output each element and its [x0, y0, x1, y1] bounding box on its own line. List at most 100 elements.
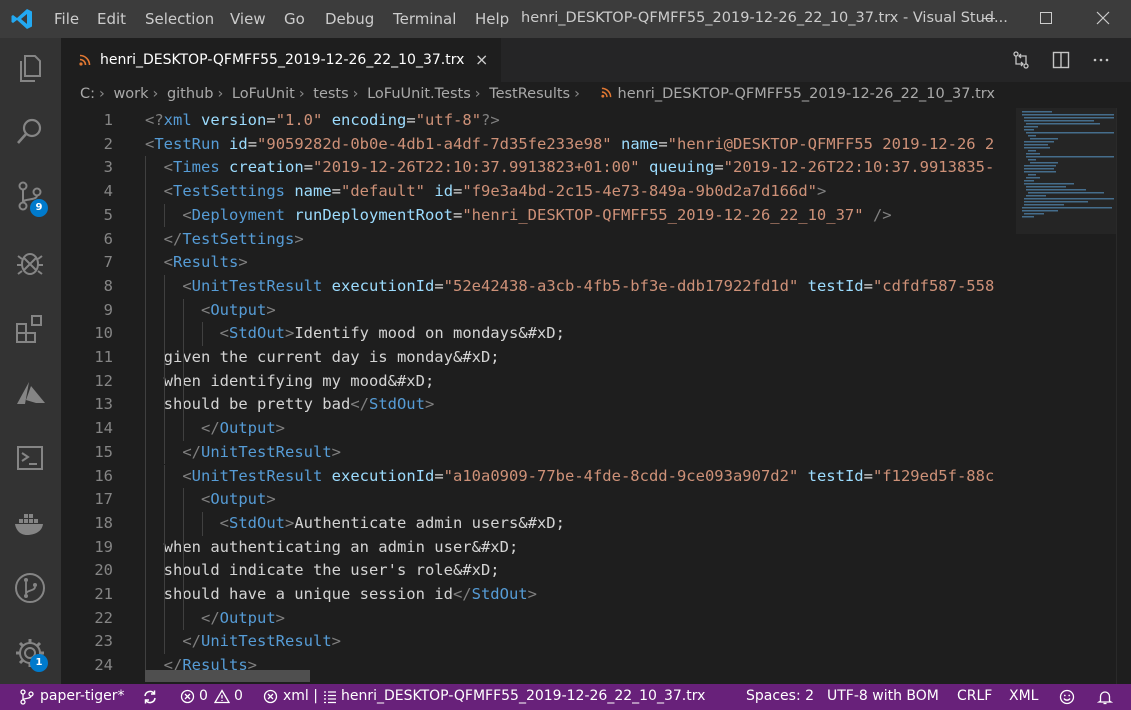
menu-view[interactable]: View	[230, 10, 266, 28]
breadcrumb-item[interactable]: C:	[80, 86, 95, 102]
menu-go[interactable]: Go	[284, 10, 305, 28]
settings-badge: 1	[30, 654, 48, 672]
line-number: 14	[94, 419, 113, 438]
sync-icon[interactable]	[142, 689, 158, 705]
code-line[interactable]: when authenticating an admin user&#xD;	[145, 538, 519, 556]
code-line[interactable]: </UnitTestResult>	[145, 443, 341, 461]
code-editor[interactable]: 1 2 3 4 5 6 7 8 9 10 11 12 13 14 15 16 17 18 19 20 21 22 23 24 …	[61, 108, 1016, 684]
line-number: 15	[94, 442, 113, 461]
docker-icon[interactable]	[12, 505, 48, 541]
open-changes-icon[interactable]	[1011, 50, 1031, 70]
rss-file-icon	[79, 54, 91, 66]
code-line[interactable]: should be pretty bad</StdOut>	[145, 395, 435, 413]
code-line[interactable]: <Times creation="2019-12-26T22:10:37.991…	[145, 158, 995, 176]
menu-terminal[interactable]: Terminal	[393, 10, 456, 28]
line-number: 20	[94, 561, 113, 580]
file-encoding[interactable]: UTF-8 with BOM	[827, 688, 939, 704]
code-line[interactable]: <StdOut>Authenticate admin users&#xD;	[145, 514, 565, 532]
code-line[interactable]: </Output>	[145, 609, 285, 627]
split-editor-icon[interactable]	[1051, 50, 1071, 70]
line-number: 9	[103, 300, 113, 319]
menu-file[interactable]: File	[54, 10, 79, 28]
line-number: 12	[94, 371, 113, 390]
warning-count[interactable]: 0	[234, 688, 243, 704]
tab-close-button[interactable]: ×	[475, 50, 488, 69]
extensions-icon[interactable]	[12, 310, 48, 346]
maximize-icon[interactable]	[1023, 0, 1069, 38]
error-count[interactable]: 0	[199, 688, 208, 704]
source-control-badge: 9	[30, 199, 48, 217]
menu-help[interactable]: Help	[475, 10, 509, 28]
code-line[interactable]: <UnitTestResult executionId="52e42438-a3…	[145, 277, 994, 295]
menu-selection[interactable]: Selection	[145, 10, 214, 28]
error-icon	[180, 689, 195, 704]
breadcrumb-item[interactable]: LoFuUnit.Tests	[367, 86, 471, 102]
git-graph-icon[interactable]	[12, 570, 48, 606]
breadcrumb-item[interactable]: github	[167, 86, 214, 102]
end-of-line[interactable]: CRLF	[957, 688, 992, 704]
debug-icon[interactable]	[12, 244, 48, 280]
code-line[interactable]: <?xml version="1.0" encoding="utf-8"?>	[145, 111, 500, 129]
branch-icon	[20, 689, 34, 705]
breadcrumb-item[interactable]: TestResults	[489, 86, 570, 102]
minimap-preview	[1022, 111, 1114, 218]
xml-error-icon	[263, 689, 278, 704]
breadcrumb-item[interactable]: tests	[313, 86, 348, 102]
xml-status[interactable]: xml |	[283, 688, 318, 704]
code-line[interactable]: <TestRun id="9059282d-0b0e-4db1-a4df-7d3…	[145, 135, 994, 153]
code-line[interactable]: given the current day is monday&#xD;	[145, 348, 500, 366]
breadcrumb: C: › work › github › LoFuUnit › tests › LoFuU…	[80, 86, 995, 102]
code-line[interactable]: should have a unique session id</StdOut>	[145, 585, 537, 603]
close-window-icon[interactable]	[1080, 0, 1126, 38]
code-line[interactable]: </UnitTestResult>	[145, 632, 341, 650]
more-actions-icon[interactable]	[1091, 50, 1111, 70]
code-line[interactable]: <Results>	[145, 253, 248, 271]
indent-guide	[164, 274, 165, 465]
menu-debug[interactable]: Debug	[325, 10, 374, 28]
list-icon	[324, 691, 336, 704]
feedback-smiley-icon[interactable]	[1059, 689, 1075, 705]
title-bar: File Edit Selection View Go Debug Termin…	[0, 0, 1131, 38]
code-line[interactable]: when identifying my mood&#xD;	[145, 372, 435, 390]
status-file-name[interactable]: henri_DESKTOP-QFMFF55_2019-12-26_22_10_3…	[341, 688, 705, 704]
horizontal-scrollbar[interactable]	[145, 670, 310, 682]
language-mode[interactable]: XML	[1009, 688, 1038, 704]
remote-icon[interactable]	[12, 440, 48, 476]
line-number: 3	[103, 158, 113, 177]
line-number: 1	[103, 111, 113, 129]
code-line[interactable]: <StdOut>Identify mood on mondays&#xD;	[145, 324, 565, 342]
vertical-scrollbar[interactable]	[1116, 108, 1131, 684]
code-line[interactable]: <UnitTestResult executionId="a10a0909-77…	[145, 467, 994, 485]
line-number: 6	[103, 229, 113, 248]
minimize-icon[interactable]	[966, 0, 1012, 38]
code-line[interactable]: </Output>	[145, 419, 285, 437]
code-line[interactable]: should indicate the user's role&#xD;	[145, 561, 500, 579]
vscode-logo-icon	[11, 9, 32, 29]
code-line[interactable]: <Deployment runDeploymentRoot="henri_DES…	[145, 206, 891, 224]
tab-trx-file[interactable]: henri_DESKTOP-QFMFF55_2019-12-26_22_10_3…	[61, 38, 501, 82]
explorer-icon[interactable]	[12, 50, 48, 86]
breadcrumb-item[interactable]: henri_DESKTOP-QFMFF55_2019-12-26_22_10_3…	[618, 86, 995, 102]
breadcrumb-item[interactable]: LoFuUnit	[232, 86, 295, 102]
status-bar: paper-tiger* 0 0 xml | henri_DESKTOP-QFM…	[0, 684, 1131, 710]
line-number: 23	[94, 632, 113, 651]
line-number: 10	[94, 324, 113, 343]
indent-guide	[202, 322, 203, 346]
indent-guide	[145, 156, 146, 678]
indentation-spaces[interactable]: Spaces: 2	[746, 688, 814, 704]
indent-guide	[183, 298, 184, 441]
code-line[interactable]: </TestSettings>	[145, 230, 304, 248]
indent-guide	[183, 488, 184, 631]
breadcrumb-item[interactable]: work	[113, 86, 148, 102]
minimap[interactable]	[1016, 108, 1116, 234]
branch-name[interactable]: paper-tiger*	[40, 688, 125, 704]
code-line[interactable]: <TestSettings name="default" id="f9e3a4b…	[145, 182, 827, 200]
search-icon[interactable]	[12, 114, 48, 150]
line-number: 11	[94, 348, 113, 366]
menu-edit[interactable]: Edit	[97, 10, 126, 28]
notifications-bell-icon[interactable]	[1097, 689, 1113, 705]
line-number: 19	[94, 537, 113, 556]
line-number: 22	[94, 608, 113, 627]
line-number: 4	[103, 182, 113, 201]
azure-icon[interactable]	[12, 375, 48, 411]
